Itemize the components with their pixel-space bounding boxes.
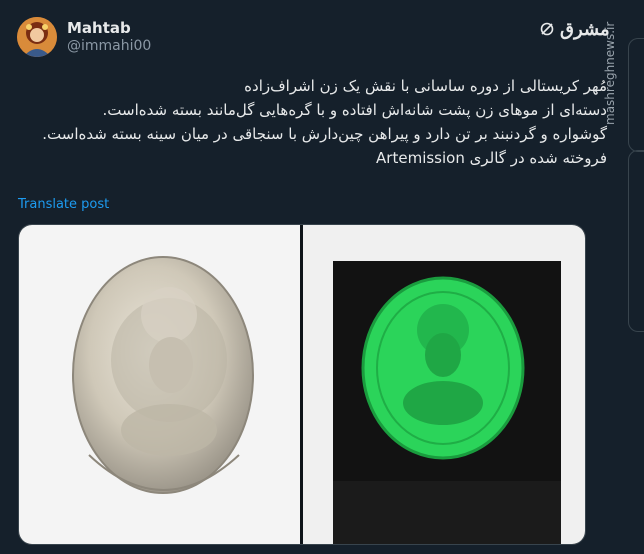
side-rail-top [628,38,644,152]
post-text: مُهر کریستالی از دوره ساسانی با نقش یک ز… [42,77,607,167]
brand-circle-icon [540,22,554,36]
side-rail-middle [628,150,644,332]
author-name[interactable]: Mahtab [67,19,131,37]
brand-logo: مشرق [540,14,610,44]
author-handle[interactable]: @immahi00 [67,38,151,54]
avatar-portrait-icon [17,17,57,57]
translate-post-link[interactable]: Translate post [18,197,109,212]
crystal-seal-image[interactable] [19,225,300,544]
post-card: Mahtab @immahi00 مشرق مُهر کریستالی از د… [0,0,620,554]
green-impression-image[interactable] [303,225,585,544]
avatar[interactable] [17,17,57,57]
post-media[interactable] [18,224,586,545]
